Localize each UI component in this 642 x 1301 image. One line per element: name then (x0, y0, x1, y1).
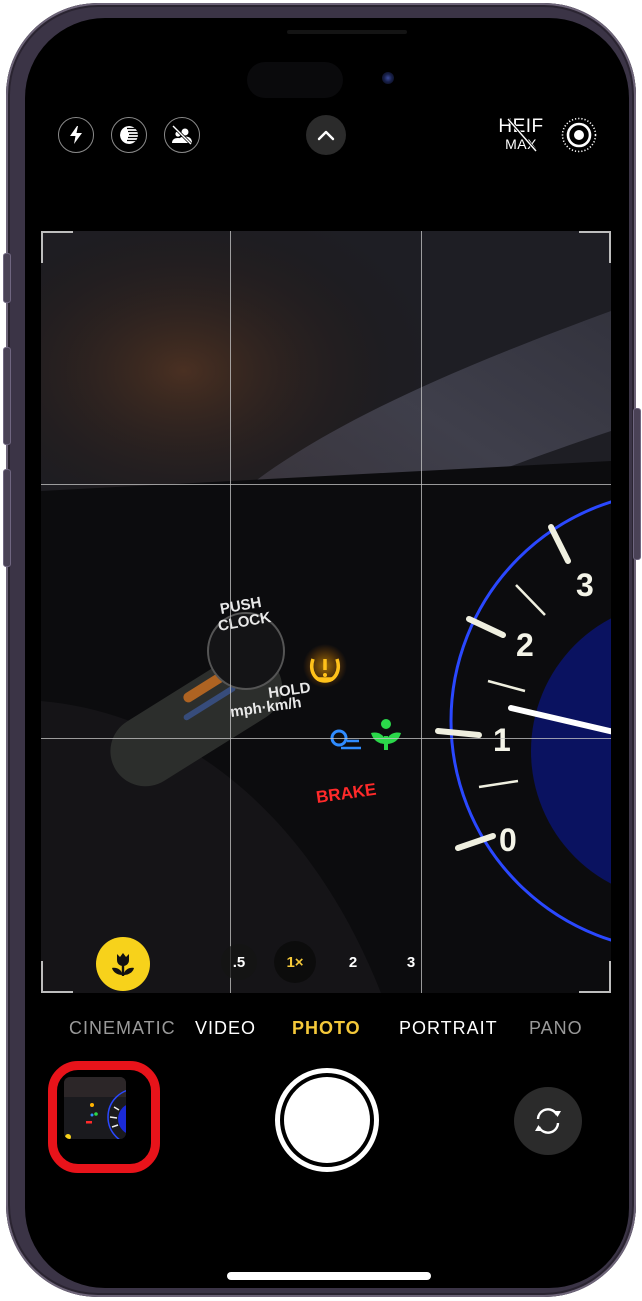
viewfinder[interactable]: PUSH CLOCK HOLD mph·km/h BRAKE 0 1 2 3 .… (41, 231, 611, 993)
power-button (633, 408, 641, 560)
camera-mode-selector[interactable]: CINEMATIC VIDEO PHOTO PORTRAIT PANO (25, 1018, 629, 1042)
zoom-0.5x-button[interactable]: .5 (221, 944, 257, 980)
camera-screen: HEIF MAX PUSH CLOCK HOLD mph·km/h BRAKE … (25, 18, 629, 1288)
live-portrait-button[interactable] (164, 117, 200, 153)
front-camera-lens (382, 72, 394, 84)
crop-corner (579, 961, 611, 993)
chevron-up-icon (317, 130, 335, 141)
heif-max-button[interactable]: HEIF MAX (498, 117, 544, 153)
grid-line (41, 484, 611, 485)
crop-corner (41, 231, 73, 263)
mode-cinematic[interactable]: CINEMATIC (69, 1018, 176, 1039)
mode-pano[interactable]: PANO (529, 1018, 583, 1039)
grid-line (421, 231, 422, 993)
crop-corner (579, 231, 611, 263)
camera-preview-image: PUSH CLOCK HOLD mph·km/h BRAKE 0 1 2 3 (41, 231, 611, 993)
zoom-2x-button[interactable]: 2 (335, 944, 371, 980)
person-slash-icon (171, 124, 193, 146)
thumbnail-image (64, 1077, 126, 1139)
grid-line (230, 231, 231, 993)
mode-portrait[interactable]: PORTRAIT (399, 1018, 498, 1039)
mode-photo[interactable]: PHOTO (292, 1018, 361, 1039)
volume-up-button (3, 347, 11, 445)
home-indicator[interactable] (227, 1272, 431, 1280)
zoom-1x-button[interactable]: 1× (274, 941, 316, 983)
thumbnail-highlight-ring (48, 1061, 160, 1173)
zoom-3x-button[interactable]: 3 (393, 944, 429, 980)
dynamic-island (247, 62, 343, 98)
mode-video[interactable]: VIDEO (195, 1018, 256, 1039)
macro-toggle-button[interactable] (96, 937, 150, 991)
expand-controls-button[interactable] (306, 115, 346, 155)
volume-down-button (3, 469, 11, 567)
last-photo-thumbnail[interactable] (64, 1077, 126, 1139)
flash-button[interactable] (58, 117, 94, 153)
grid-line (41, 738, 611, 739)
gauge-tick-3: 3 (576, 567, 594, 603)
gauge-tick-0: 0 (499, 822, 517, 858)
night-mode-icon (120, 126, 138, 144)
flip-camera-button[interactable] (514, 1087, 582, 1155)
live-photo-icon[interactable] (560, 116, 598, 154)
gauge-tick-1: 1 (493, 722, 511, 758)
camera-flip-icon (535, 1108, 561, 1134)
macro-flower-icon (112, 953, 134, 976)
format-off-slash-icon (506, 118, 538, 152)
shutter-button[interactable] (275, 1068, 379, 1172)
night-mode-button[interactable] (111, 117, 147, 153)
phone-frame: HEIF MAX PUSH CLOCK HOLD mph·km/h BRAKE … (3, 3, 641, 1297)
crop-corner (41, 961, 73, 993)
action-button (3, 253, 11, 303)
shutter-inner (284, 1077, 370, 1163)
earpiece (287, 30, 407, 34)
flash-icon (70, 126, 82, 144)
gauge-tick-2: 2 (516, 627, 534, 663)
